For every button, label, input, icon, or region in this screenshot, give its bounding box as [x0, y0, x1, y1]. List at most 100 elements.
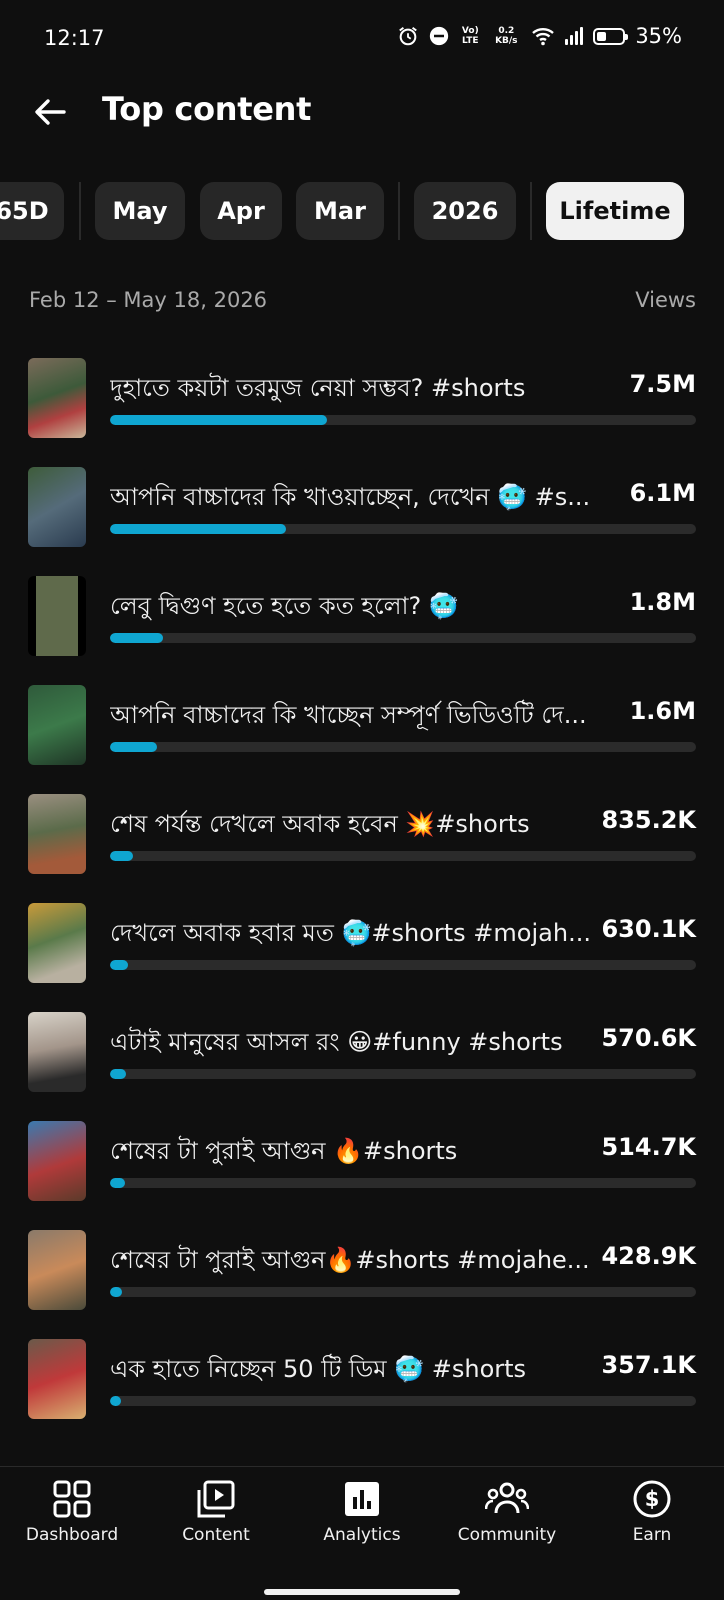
page-title: Top content — [102, 90, 312, 128]
list-item[interactable]: আপনি বাচ্চাদের কি খাওয়াচ্ছেন, দেখেন 🥶 #… — [0, 465, 724, 573]
video-title: এক হাতে নিচ্ছেন 50 টি ডিম 🥶 #shorts — [110, 1355, 527, 1383]
video-title: এটাই মানুষের আসল রং 😀#funny #shorts — [110, 1028, 563, 1056]
video-title: শেষের টা পুরাই আগুন🔥#shorts #mojahe... — [110, 1246, 590, 1274]
video-thumbnail — [28, 467, 86, 547]
video-views: 514.7K — [601, 1133, 696, 1161]
video-title: লেবু দ্বিগুণ হতে হতে কত হলো? 🥶 — [110, 592, 459, 620]
video-views: 357.1K — [601, 1351, 696, 1379]
list-item[interactable]: লেবু দ্বিগুণ হতে হতে কত হলো? 🥶 1.8M — [0, 574, 724, 682]
nav-content[interactable]: Content — [146, 1479, 286, 1545]
video-views: 630.1K — [601, 915, 696, 943]
nav-community[interactable]: Community — [437, 1479, 577, 1545]
video-thumbnail — [28, 685, 86, 765]
video-title: দেখলে অবাক হবার মত 🥶#shorts #mojah... — [110, 919, 591, 947]
content-play-icon — [197, 1480, 235, 1518]
alarm-icon — [397, 25, 419, 47]
video-thumbnail — [28, 358, 86, 438]
svg-text:$: $ — [645, 1487, 660, 1511]
metric-label: Views — [635, 288, 696, 312]
video-thumbnail — [28, 1230, 86, 1310]
video-title: আপনি বাচ্চাদের কি খাচ্ছেন সম্পূর্ণ ভিডিও… — [110, 701, 587, 729]
video-thumbnail — [28, 903, 86, 983]
status-bar: 12:17 Vo) LTE 0.2 KB/s 35% — [0, 0, 724, 80]
date-range: Feb 12 – May 18, 2026 — [29, 288, 268, 312]
views-bar-fill — [110, 1396, 121, 1406]
list-item[interactable]: আপনি বাচ্চাদের কি খাচ্ছেন সম্পূর্ণ ভিডিও… — [0, 683, 724, 791]
home-indicator[interactable] — [264, 1589, 460, 1595]
chip-divider — [530, 182, 532, 240]
video-views: 428.9K — [601, 1242, 696, 1270]
views-bar — [110, 851, 696, 861]
wifi-icon — [531, 26, 555, 46]
views-bar-fill — [110, 960, 128, 970]
battery-icon — [593, 27, 629, 45]
chip-divider — [398, 182, 400, 240]
nav-label: Dashboard — [25, 1525, 119, 1545]
views-bar — [110, 1396, 696, 1406]
views-bar-fill — [110, 633, 163, 643]
views-bar-fill — [110, 851, 134, 861]
app-header: Top content — [0, 80, 724, 142]
back-button[interactable] — [30, 92, 70, 132]
chip-2026[interactable]: 2026 — [414, 182, 516, 240]
nav-label: Community — [457, 1525, 557, 1545]
views-bar — [110, 1287, 696, 1297]
list-item[interactable]: শেষের টা পুরাই আগুন 🔥#shorts 514.7K — [0, 1119, 724, 1227]
chip-mar[interactable]: Mar — [296, 182, 384, 240]
nav-earn[interactable]: $ Earn — [582, 1479, 722, 1545]
video-title: দুহাতে কয়টা তরমুজ নেয়া সম্ভব? #shorts — [110, 374, 526, 402]
arrow-left-icon — [35, 99, 66, 125]
video-title: শেষের টা পুরাই আগুন 🔥#shorts — [110, 1137, 458, 1165]
analytics-bars-icon — [345, 1482, 379, 1516]
dashboard-grid-icon — [53, 1480, 91, 1518]
views-bar-fill — [110, 1287, 122, 1297]
list-item[interactable]: শেষ পর্যন্ত দেখলে অবাক হবেন 💥#shorts 835… — [0, 792, 724, 900]
network-speed: 0.2 KB/s — [495, 26, 518, 46]
list-item[interactable]: এটাই মানুষের আসল রং 😀#funny #shorts 570.… — [0, 1010, 724, 1118]
views-bar — [110, 1178, 696, 1188]
views-bar-fill — [110, 524, 286, 534]
chip-65d[interactable]: 65D — [0, 182, 64, 240]
community-people-icon — [485, 1482, 529, 1514]
video-title: শেষ পর্যন্ত দেখলে অবাক হবেন 💥#shorts — [110, 810, 530, 838]
volte-indicator: Vo) LTE — [461, 26, 479, 46]
video-title: আপনি বাচ্চাদের কি খাওয়াচ্ছেন, দেখেন 🥶 #… — [110, 483, 591, 511]
earn-dollar-icon: $ — [633, 1480, 671, 1518]
list-item[interactable]: দেখলে অবাক হবার মত 🥶#shorts #mojah... 63… — [0, 901, 724, 1009]
views-bar-fill — [110, 415, 327, 425]
views-bar — [110, 1069, 696, 1079]
views-bar — [110, 633, 696, 643]
views-bar — [110, 742, 696, 752]
date-range-row: Feb 12 – May 18, 2026 Views — [29, 288, 696, 312]
video-thumbnail — [28, 1012, 86, 1092]
nav-label: Content — [182, 1525, 250, 1545]
list-item[interactable]: দুহাতে কয়টা তরমুজ নেয়া সম্ভব? #shorts … — [0, 356, 724, 464]
cell-signal-icon — [565, 27, 584, 45]
video-views: 570.6K — [601, 1024, 696, 1052]
list-item[interactable]: এক হাতে নিচ্ছেন 50 টি ডিম 🥶 #shorts 357.… — [0, 1337, 724, 1445]
chip-may[interactable]: May — [95, 182, 185, 240]
bottom-navigation: Dashboard Content Analytics Community $ … — [0, 1466, 724, 1600]
video-thumbnail — [28, 576, 86, 656]
views-bar-fill — [110, 1069, 126, 1079]
video-thumbnail — [28, 794, 86, 874]
chip-divider — [79, 182, 81, 240]
video-thumbnail — [28, 1121, 86, 1201]
video-views: 1.6M — [629, 697, 696, 725]
nav-label: Analytics — [323, 1525, 401, 1545]
views-bar — [110, 415, 696, 425]
status-time: 12:17 — [44, 26, 105, 50]
do-not-disturb-icon — [429, 26, 449, 46]
nav-analytics[interactable]: Analytics — [292, 1479, 432, 1545]
video-views: 6.1M — [629, 479, 696, 507]
views-bar-fill — [110, 742, 157, 752]
period-filter-chips: 65D May Apr Mar 2026 Lifetime — [0, 182, 724, 240]
views-bar — [110, 960, 696, 970]
chip-apr[interactable]: Apr — [200, 182, 282, 240]
status-icons: Vo) LTE 0.2 KB/s 35% — [397, 24, 682, 48]
video-views: 1.8M — [629, 588, 696, 616]
views-bar-fill — [110, 1178, 125, 1188]
chip-lifetime[interactable]: Lifetime — [546, 182, 684, 240]
list-item[interactable]: শেষের টা পুরাই আগুন🔥#shorts #mojahe... 4… — [0, 1228, 724, 1336]
nav-dashboard[interactable]: Dashboard — [2, 1479, 142, 1545]
